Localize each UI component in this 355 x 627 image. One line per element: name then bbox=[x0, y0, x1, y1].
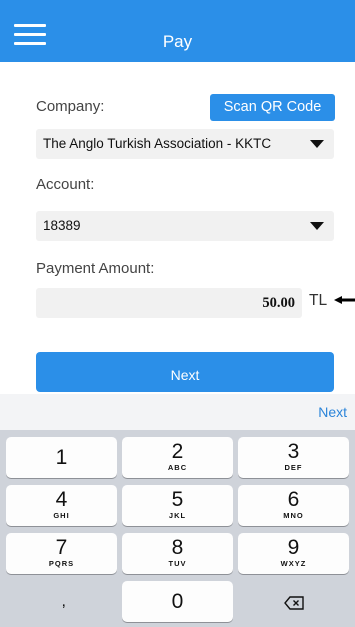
key-9[interactable]: 9 WXYZ bbox=[238, 533, 349, 574]
key-2[interactable]: 2 ABC bbox=[122, 437, 233, 478]
currency-label: TL bbox=[309, 292, 328, 309]
numeric-keyboard: Next 1 2 ABC 3 DEF 4 GHI 5 JKL 6 MNO 7 P… bbox=[0, 394, 355, 627]
key-8[interactable]: 8 TUV bbox=[122, 533, 233, 574]
next-button[interactable]: Next bbox=[36, 352, 334, 392]
key-4[interactable]: 4 GHI bbox=[6, 485, 117, 526]
arrow-left-icon bbox=[334, 296, 355, 304]
backspace-key[interactable] bbox=[238, 581, 349, 622]
key-comma[interactable]: , bbox=[6, 581, 117, 622]
account-select[interactable]: 18389 bbox=[36, 211, 334, 241]
keyboard-toolbar: Next bbox=[0, 394, 355, 430]
payment-amount-input[interactable]: 50.00 bbox=[36, 288, 302, 318]
key-0[interactable]: 0 bbox=[122, 581, 233, 622]
key-1[interactable]: 1 bbox=[6, 437, 117, 478]
company-label: Company: bbox=[36, 98, 105, 115]
app-header: Pay bbox=[0, 0, 355, 62]
scan-qr-code-button[interactable]: Scan QR Code bbox=[210, 94, 335, 121]
key-5[interactable]: 5 JKL bbox=[122, 485, 233, 526]
key-6[interactable]: 6 MNO bbox=[238, 485, 349, 526]
chevron-down-icon bbox=[310, 140, 324, 148]
chevron-down-icon bbox=[310, 222, 324, 230]
key-7[interactable]: 7 PQRS bbox=[6, 533, 117, 574]
account-label: Account: bbox=[36, 176, 95, 193]
company-select[interactable]: The Anglo Turkish Association - KKTC bbox=[36, 129, 334, 159]
page-title: Pay bbox=[162, 32, 193, 51]
company-select-value: The Anglo Turkish Association - KKTC bbox=[43, 136, 272, 151]
backspace-icon bbox=[283, 596, 304, 610]
key-3[interactable]: 3 DEF bbox=[238, 437, 349, 478]
payment-amount-label: Payment Amount: bbox=[36, 260, 155, 277]
account-select-value: 18389 bbox=[43, 218, 81, 233]
keyboard-next-button[interactable]: Next bbox=[318, 404, 347, 420]
